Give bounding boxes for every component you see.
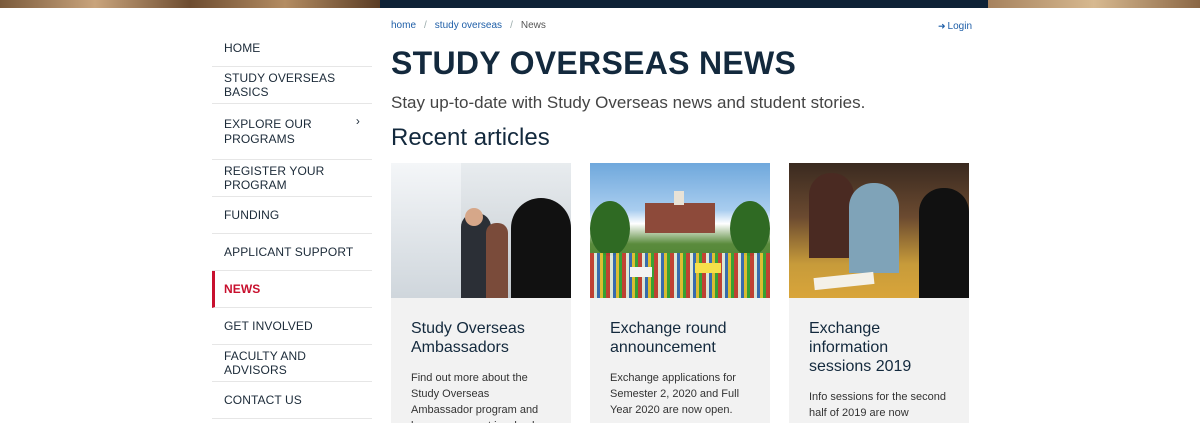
article-card[interactable]: Exchange round announcement Exchange app… <box>590 163 770 423</box>
page-title: STUDY OVERSEAS NEWS <box>391 45 797 81</box>
sidebar-item-study-overseas-basics[interactable]: STUDY OVERSEAS BASICS <box>212 67 372 104</box>
sign-in-icon: ➜ <box>938 21 946 31</box>
sidebar-item-get-involved[interactable]: GET INVOLVED <box>212 308 372 345</box>
breadcrumb: home / study overseas / News <box>391 20 546 31</box>
breadcrumb-separator: / <box>424 20 427 31</box>
sidebar-item-explore-our-programs[interactable]: EXPLORE OUR PROGRAMS › <box>212 104 372 160</box>
sidebar-item-faculty-and-advisors[interactable]: FACULTY AND ADVISORS <box>212 345 372 382</box>
article-excerpt: Exchange applications for Semester 2, 20… <box>610 372 740 416</box>
banner-image-left <box>0 0 380 8</box>
article-image[interactable] <box>590 163 770 298</box>
sidebar-item-news[interactable]: NEWS <box>212 271 372 308</box>
sidebar-item-register-your-program[interactable]: REGISTER YOUR PROGRAM <box>212 160 372 197</box>
sidebar-item-home[interactable]: HOME <box>212 30 372 67</box>
breadcrumb-home-link[interactable]: home <box>391 20 416 31</box>
login-link[interactable]: ➜ Login <box>938 21 972 32</box>
header-banner <box>0 0 1200 8</box>
article-excerpt: Find out more about the Study Overseas A… <box>411 372 539 423</box>
sidebar-item-applicant-support[interactable]: APPLICANT SUPPORT <box>212 234 372 271</box>
chevron-right-icon[interactable]: › <box>356 114 360 129</box>
breadcrumb-current: News <box>520 20 546 31</box>
sidebar-nav: HOME STUDY OVERSEAS BASICS EXPLORE OUR P… <box>212 30 372 419</box>
article-card[interactable]: Study Overseas Ambassadors Find out more… <box>391 163 571 423</box>
breadcrumb-section-link[interactable]: study overseas <box>435 20 502 31</box>
article-image[interactable] <box>789 163 969 298</box>
sidebar-item-contact-us[interactable]: CONTACT US <box>212 382 372 419</box>
section-heading: Recent articles <box>391 124 550 151</box>
article-card[interactable]: Exchange information sessions 2019 Info … <box>789 163 969 423</box>
banner-image-right <box>988 0 1200 8</box>
breadcrumb-separator: / <box>510 20 513 31</box>
sidebar-item-funding[interactable]: FUNDING <box>212 197 372 234</box>
article-excerpt: Info sessions for the second half of 201… <box>809 391 946 419</box>
article-title[interactable]: Study Overseas Ambassadors <box>411 319 551 357</box>
page-subtitle: Stay up-to-date with Study Overseas news… <box>391 93 866 112</box>
article-image[interactable] <box>391 163 571 298</box>
article-title[interactable]: Exchange information sessions 2019 <box>809 319 949 376</box>
article-title[interactable]: Exchange round announcement <box>610 319 750 357</box>
login-label: Login <box>947 21 973 32</box>
